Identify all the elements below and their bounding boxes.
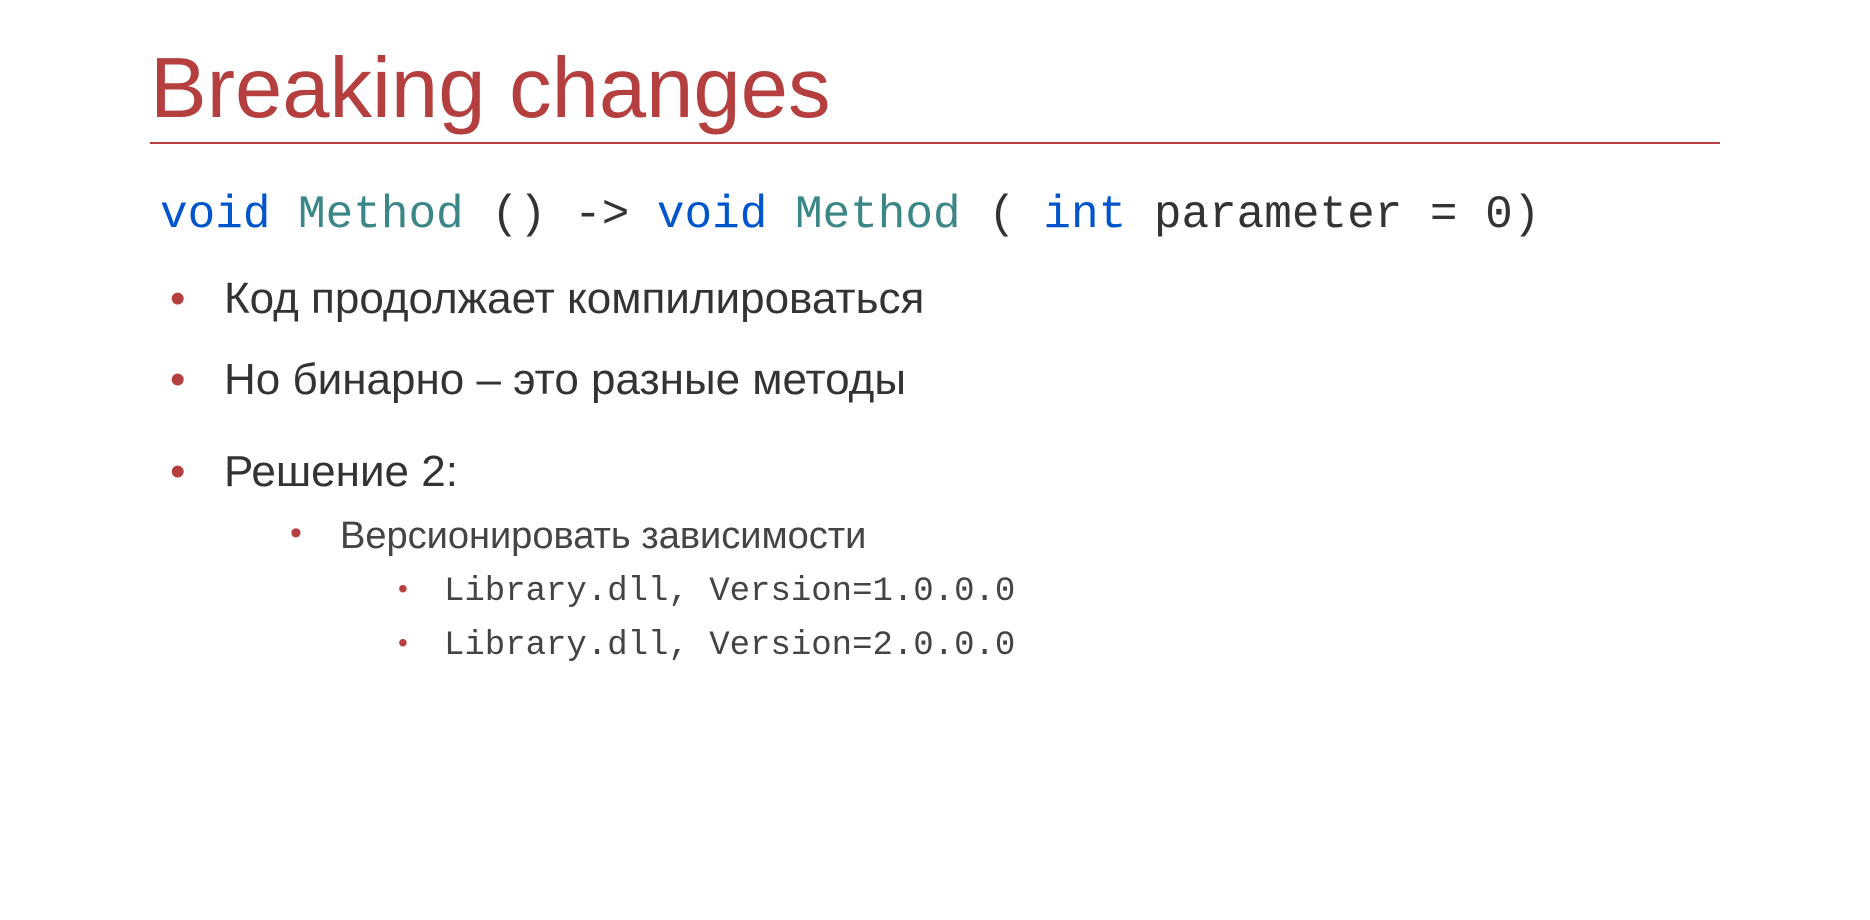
list-item-label: Версионировать зависимости bbox=[340, 515, 866, 557]
inner-bullet-list: Library.dll, Version=1.0.0.0 Library.dll… bbox=[390, 570, 1720, 670]
list-item-label: Решение 2: bbox=[224, 447, 458, 496]
code-text: parameter = 0) bbox=[1154, 189, 1540, 241]
type-method: Method bbox=[298, 189, 464, 241]
code-signature: void Method () -> void Method ( int para… bbox=[160, 189, 1720, 241]
list-item: Версионировать зависимости Library.dll, … bbox=[282, 511, 1720, 670]
code-text: () -> bbox=[491, 189, 657, 241]
code-text: ( bbox=[988, 189, 1016, 241]
list-item: Library.dll, Version=1.0.0.0 bbox=[390, 570, 1720, 616]
list-item: Решение 2: Версионировать зависимости Li… bbox=[162, 442, 1720, 670]
slide-title: Breaking changes bbox=[150, 40, 1720, 144]
keyword-int: int bbox=[1043, 189, 1126, 241]
list-item: Library.dll, Version=2.0.0.0 bbox=[390, 624, 1720, 670]
list-item: Но бинарно – это разные методы bbox=[162, 350, 1720, 409]
type-method: Method bbox=[795, 189, 961, 241]
list-item: Код продолжает компилироваться bbox=[162, 269, 1720, 328]
bullet-list: Код продолжает компилироваться Но бинарн… bbox=[162, 269, 1720, 670]
keyword-void: void bbox=[657, 189, 767, 241]
sub-bullet-list: Версионировать зависимости Library.dll, … bbox=[282, 511, 1720, 670]
keyword-void: void bbox=[160, 189, 270, 241]
